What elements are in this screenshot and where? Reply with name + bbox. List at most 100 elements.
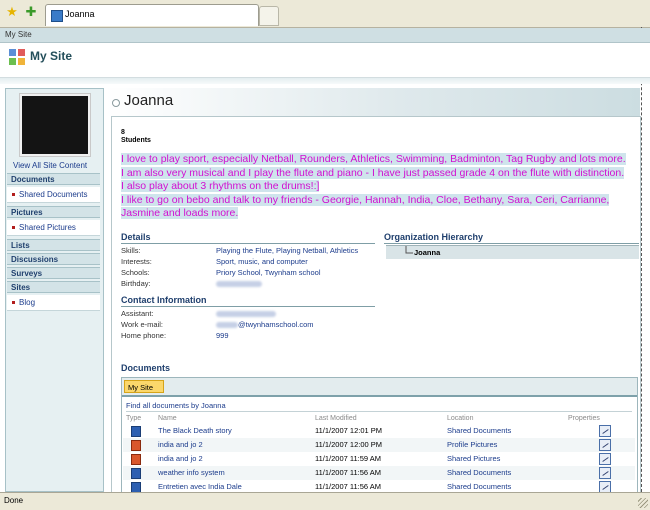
- find-all-documents-link[interactable]: Find all documents by Joanna: [126, 401, 226, 410]
- properties-icon[interactable]: [599, 467, 611, 479]
- doc-name-link[interactable]: india and jo 2: [158, 454, 203, 463]
- nav-heading-pictures[interactable]: Pictures: [7, 206, 100, 218]
- doc-name-link[interactable]: The Black Death story: [158, 426, 232, 435]
- nav-heading-discussions[interactable]: Discussions: [7, 253, 100, 265]
- bullet-icon: [12, 301, 15, 304]
- breadcrumb-link[interactable]: My Site: [5, 30, 32, 39]
- properties-icon[interactable]: [599, 425, 611, 437]
- word-document-icon: [131, 468, 141, 479]
- tab-my-site[interactable]: My Site: [124, 380, 164, 393]
- doc-location-link[interactable]: Shared Documents: [447, 426, 511, 435]
- doc-location-link[interactable]: Profile Pictures: [447, 440, 497, 449]
- column-header-name: Name: [158, 415, 177, 422]
- about-paragraph-2: I like to go on bebo and talk to my frie…: [121, 193, 610, 219]
- image-file-icon: [131, 454, 141, 465]
- contact-heading: Contact Information: [121, 295, 207, 305]
- status-text: Done: [4, 496, 24, 505]
- nav-item-label: Blog: [19, 298, 36, 307]
- stat-number: 8: [121, 129, 125, 136]
- properties-icon[interactable]: [599, 453, 611, 465]
- site-title[interactable]: My Site: [30, 49, 72, 63]
- presence-icon: [112, 99, 120, 107]
- doc-modified: 11/1/2007 11:59 AM: [315, 454, 382, 463]
- browser-status-bar: Done: [0, 492, 650, 510]
- nav-item-shared-pictures[interactable]: Shared Pictures: [7, 220, 100, 236]
- details-divider: [121, 243, 375, 244]
- schools-label: Schools:: [121, 268, 150, 277]
- details-heading: Details: [121, 232, 151, 242]
- org-divider: [384, 243, 639, 244]
- global-breadcrumb-bar: My Site: [0, 28, 650, 43]
- schools-value[interactable]: Priory School, Twynham school: [216, 268, 321, 277]
- favorites-star-icon[interactable]: ★: [5, 5, 19, 19]
- about-me: I love to play sport, especially Netball…: [121, 153, 629, 221]
- quick-launch: View All Site Content Documents Shared D…: [5, 88, 104, 492]
- nav-heading-surveys[interactable]: Surveys: [7, 267, 100, 279]
- table-row: india and jo 2 11/1/2007 12:00 PM Profil…: [123, 438, 635, 452]
- nav-item-label: Shared Pictures: [19, 223, 76, 232]
- documents-divider: [126, 411, 632, 412]
- interests-value[interactable]: Sport, music, and computer: [216, 257, 308, 266]
- resize-grip-icon[interactable]: [638, 498, 648, 508]
- table-row: The Black Death story 11/1/2007 12:01 PM…: [123, 424, 635, 438]
- skills-label: Skills:: [121, 246, 141, 255]
- org-tree-connector-icon: [405, 246, 413, 254]
- table-row: Entretien avec India Dale 11/1/2007 11:5…: [123, 480, 635, 493]
- mysite-logo-icon: [9, 49, 25, 65]
- page-title: Joanna: [124, 92, 174, 109]
- table-row: weather info system 11/1/2007 11:56 AM S…: [123, 466, 635, 480]
- doc-location-link[interactable]: Shared Documents: [447, 468, 511, 477]
- bullet-icon: [12, 193, 15, 196]
- nav-heading-sites[interactable]: Sites: [7, 281, 100, 293]
- birthday-label: Birthday:: [121, 279, 151, 288]
- column-header-type: Type: [126, 415, 142, 422]
- profile-photo: [19, 93, 91, 157]
- doc-modified: 11/1/2007 12:01 PM: [315, 426, 382, 435]
- nav-heading-lists[interactable]: Lists: [7, 239, 100, 251]
- stat-label: Students: [121, 137, 151, 144]
- column-header-last-modified: Last Modified: [315, 415, 357, 422]
- email-label: Work e-mail:: [121, 320, 163, 329]
- browser-tab-active[interactable]: Joanna: [45, 4, 259, 26]
- table-row: india and jo 2 11/1/2007 11:59 AM Shared…: [123, 452, 635, 466]
- nav-item-shared-documents[interactable]: Shared Documents: [7, 187, 100, 203]
- documents-tabbar: My Site: [122, 378, 637, 397]
- doc-name-link[interactable]: india and jo 2: [158, 440, 203, 449]
- doc-location-link[interactable]: Shared Pictures: [447, 454, 500, 463]
- nav-item-blog[interactable]: Blog: [7, 295, 100, 311]
- birthday-value-redacted: [216, 280, 262, 289]
- documents-heading: Documents: [121, 363, 171, 373]
- email-value[interactable]: @twynhamschool.com: [216, 320, 314, 329]
- assistant-label: Assistant:: [121, 309, 154, 318]
- doc-name-link[interactable]: Entretien avec India Dale: [158, 482, 242, 491]
- doc-name-link[interactable]: weather info system: [158, 468, 225, 477]
- doc-modified: 11/1/2007 11:56 AM: [315, 482, 382, 491]
- nav-heading-documents[interactable]: Documents: [7, 173, 100, 185]
- tab-title: Joanna: [65, 9, 95, 19]
- org-current-person[interactable]: Joanna: [414, 248, 440, 257]
- doc-modified: 11/1/2007 11:56 AM: [315, 468, 382, 477]
- profile-content: 8 Students I love to play sport, especia…: [111, 116, 641, 494]
- about-paragraph-1: I love to play sport, especially Netball…: [121, 153, 626, 192]
- skills-value[interactable]: Playing the Flute, Playing Netball, Athl…: [216, 246, 358, 255]
- header-band: [0, 78, 650, 84]
- column-header-location: Location: [447, 415, 474, 422]
- org-chart: Joanna: [386, 245, 639, 259]
- nav-item-label: Shared Documents: [19, 190, 88, 199]
- phone-label: Home phone:: [121, 331, 167, 340]
- view-all-site-content-link[interactable]: View All Site Content: [13, 161, 87, 170]
- interests-label: Interests:: [121, 257, 152, 266]
- doc-location-link[interactable]: Shared Documents: [447, 482, 511, 491]
- add-favorite-icon[interactable]: ✚: [24, 5, 38, 19]
- doc-modified: 11/1/2007 12:00 PM: [315, 440, 382, 449]
- word-document-icon: [131, 426, 141, 437]
- contact-divider: [121, 306, 375, 307]
- documents-panel: My Site Find all documents by Joanna Typ…: [121, 377, 638, 494]
- org-heading: Organization Hierarchy: [384, 232, 484, 242]
- page-favicon-icon: [51, 10, 63, 22]
- page-edge-guide: [641, 27, 650, 492]
- properties-icon[interactable]: [599, 439, 611, 451]
- new-tab-button[interactable]: [259, 6, 279, 26]
- column-header-properties: Properties: [568, 415, 600, 422]
- assistant-value-redacted[interactable]: [216, 310, 276, 319]
